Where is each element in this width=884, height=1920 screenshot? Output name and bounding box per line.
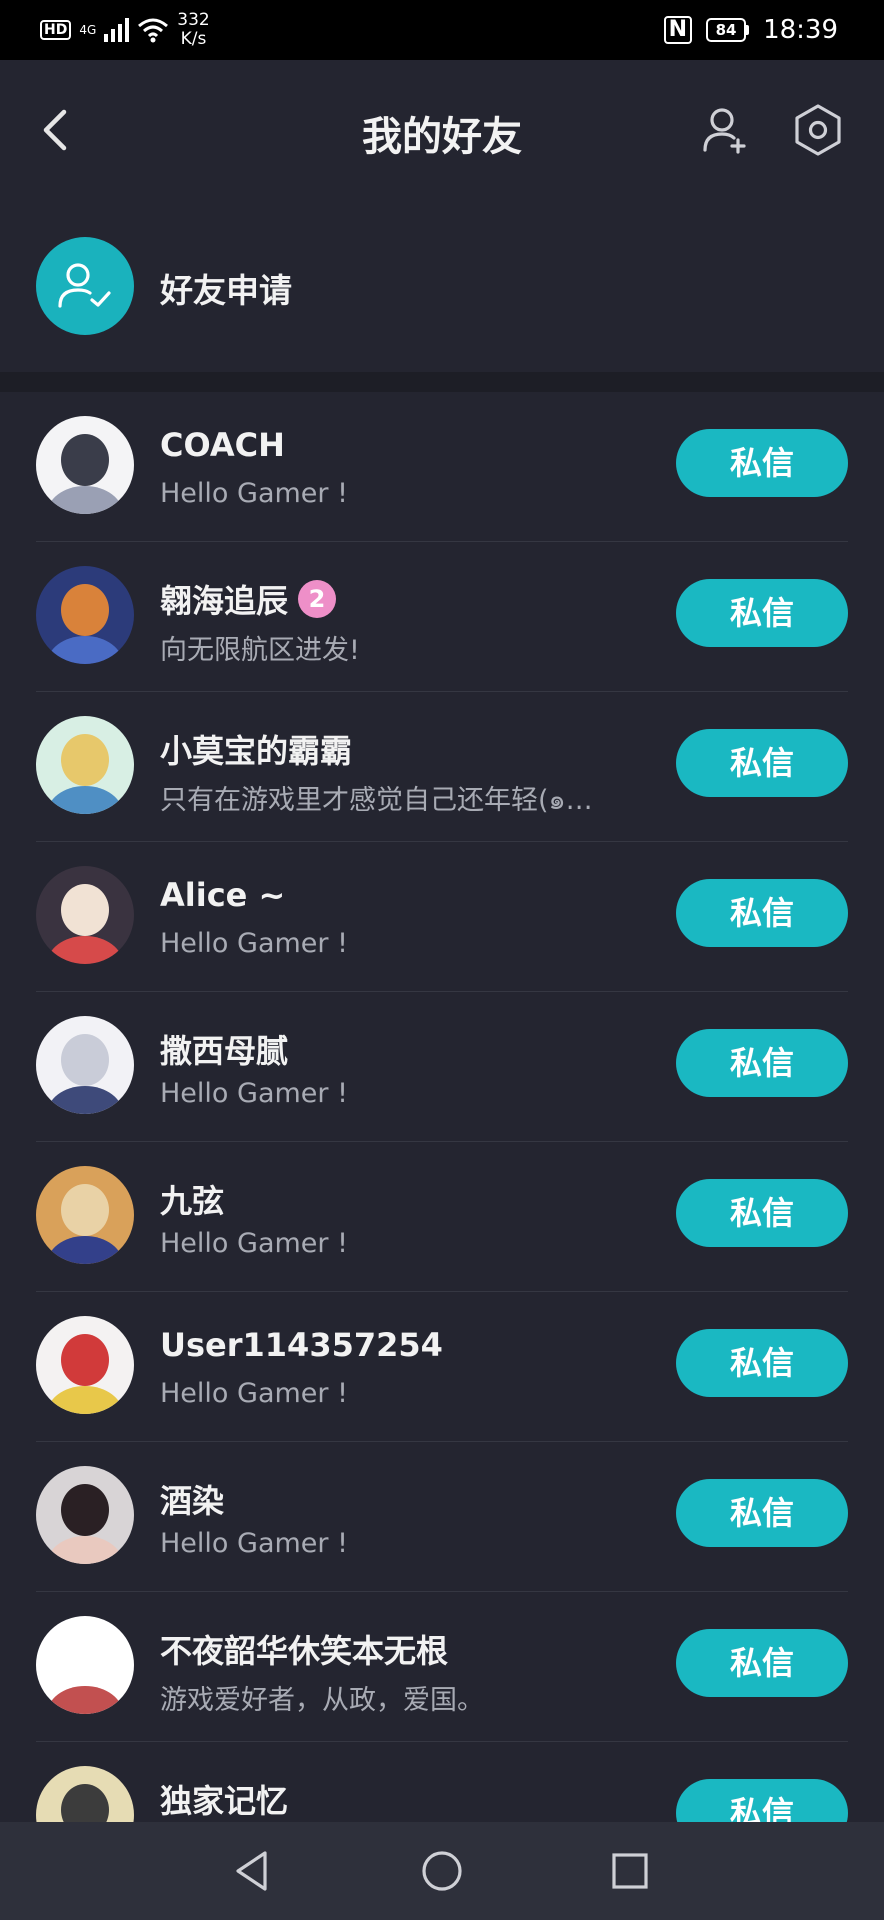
friend-row[interactable]: 翱海追辰 2 向无限航区进发! 私信 <box>0 542 884 692</box>
private-message-button[interactable]: 私信 <box>676 579 848 647</box>
friend-row[interactable]: 酒染 Hello Gamer ! 私信 <box>0 1442 884 1592</box>
avatar[interactable] <box>36 1466 134 1564</box>
friend-name: 小莫宝的霸霸 <box>160 726 352 772</box>
friend-row[interactable]: 不夜韶华休笑本无根游戏爱好者，从政，爱国。 私信 <box>0 1592 884 1742</box>
friend-name-text: 撒西母腻 <box>160 1032 289 1070</box>
friend-name: 九弦 <box>160 1176 224 1222</box>
speed-unit: K/s <box>180 29 207 49</box>
system-nav-bar <box>0 1822 884 1920</box>
friend-name: 独家记忆 <box>160 1776 288 1822</box>
friend-signature: 向无限航区进发! <box>160 635 360 666</box>
friend-row[interactable]: 独家记忆 私信 <box>0 1742 884 1822</box>
friend-request-label: 好友申请 <box>160 271 292 310</box>
friend-signature: 游戏爱好者，从政，爱国。 <box>160 1685 484 1716</box>
avatar[interactable] <box>36 1166 134 1264</box>
nav-home-button[interactable] <box>412 1846 472 1896</box>
private-message-button[interactable]: 私信 <box>676 1029 848 1097</box>
friend-signature: Hello Gamer ! <box>160 1228 348 1259</box>
triangle-back-icon <box>236 1851 267 1891</box>
signal-icon <box>104 18 130 42</box>
network-type: 4G <box>79 23 97 37</box>
private-message-button[interactable]: 私信 <box>676 1779 848 1822</box>
friend-name-text: User114357254 <box>160 1326 443 1364</box>
friend-name: COACH <box>160 426 285 464</box>
friend-signature: Hello Gamer ! <box>160 1078 348 1109</box>
settings-button[interactable] <box>788 100 848 160</box>
level-badge: 2 <box>298 580 337 618</box>
private-message-button[interactable]: 私信 <box>676 729 848 797</box>
friend-name-text: 翱海追辰 <box>160 582 289 620</box>
hd-indicator: HD <box>40 20 72 40</box>
friend-name-text: 独家记忆 <box>160 1782 289 1820</box>
friend-name: 不夜韶华休笑本无根 <box>160 1626 448 1672</box>
friend-request-row[interactable]: 好友申请 <box>0 220 884 350</box>
friend-request-avatar <box>36 237 134 335</box>
friend-row[interactable]: 撒西母腻 Hello Gamer ! 私信 <box>0 992 884 1142</box>
friend-signature: Hello Gamer ! <box>160 1528 348 1559</box>
private-message-button[interactable]: 私信 <box>676 429 848 497</box>
friend-name: 酒染 <box>160 1476 224 1522</box>
private-message-button[interactable]: 私信 <box>676 1179 848 1247</box>
section-divider <box>0 372 884 392</box>
private-message-button[interactable]: 私信 <box>676 1629 848 1697</box>
friend-name-text: Alice ~ <box>160 876 286 914</box>
friend-name-text: 小莫宝的霸霸 <box>160 732 353 770</box>
friend-row[interactable]: 九弦 Hello Gamer ! 私信 <box>0 1142 884 1292</box>
friend-row[interactable]: COACH Hello Gamer ! 私信 <box>0 392 884 542</box>
avatar[interactable] <box>36 566 134 664</box>
battery-level: 84 <box>706 18 747 42</box>
private-message-button[interactable]: 私信 <box>676 879 848 947</box>
friend-name-text: 不夜韶华休笑本无根 <box>160 1632 449 1670</box>
friend-row[interactable]: Alice ~ Hello Gamer ! 私信 <box>0 842 884 992</box>
friend-row[interactable]: User114357254 Hello Gamer ! 私信 <box>0 1292 884 1442</box>
avatar[interactable] <box>36 416 134 514</box>
person-add-icon <box>703 108 746 154</box>
avatar[interactable] <box>36 1316 134 1414</box>
speed-value: 332 <box>177 10 210 30</box>
private-message-button[interactable]: 私信 <box>676 1479 848 1547</box>
avatar[interactable] <box>36 866 134 964</box>
friend-name: 翱海追辰 2 <box>160 576 337 622</box>
friend-signature: 只有在游戏里才感觉自己还年轻(๑… <box>160 785 593 816</box>
friend-name: Alice ~ <box>160 876 285 914</box>
clock: 18:39 <box>763 15 838 45</box>
private-message-button[interactable]: 私信 <box>676 1329 848 1397</box>
nfc-icon: N <box>663 16 693 44</box>
avatar[interactable] <box>36 716 134 814</box>
friend-list: COACH Hello Gamer ! 私信 翱海追辰 2 向无限航区进发! 私信 小莫宝的霸… <box>0 392 884 1822</box>
network-speed: 332 K/s <box>177 11 209 49</box>
friend-signature: Hello Gamer ! <box>160 928 348 959</box>
friend-row[interactable]: 小莫宝的霸霸只有在游戏里才感觉自己还年轻(๑… 私信 <box>0 692 884 842</box>
friend-name-text: 九弦 <box>160 1182 225 1220</box>
friend-signature: Hello Gamer ! <box>160 478 348 509</box>
wifi-icon <box>138 18 169 43</box>
square-recents-icon <box>612 1853 648 1889</box>
friend-name-text: 酒染 <box>160 1482 225 1520</box>
battery-icon: 84 <box>706 18 750 42</box>
nav-recents-button[interactable] <box>600 1846 660 1896</box>
header: 我的好友 <box>0 60 884 200</box>
friend-name: User114357254 <box>160 1326 443 1364</box>
friend-signature: Hello Gamer ! <box>160 1378 348 1409</box>
nav-back-button[interactable] <box>222 1846 282 1896</box>
friend-name-text: COACH <box>160 426 285 464</box>
friend-name: 撒西母腻 <box>160 1026 288 1072</box>
status-bar: HD 4G 332 K/s N 84 18:39 <box>0 0 884 60</box>
avatar[interactable] <box>36 1616 134 1714</box>
person-check-icon <box>58 263 111 308</box>
hexagon-gear-icon <box>795 104 841 156</box>
circle-home-icon <box>422 1851 462 1891</box>
add-friend-button[interactable] <box>697 100 753 160</box>
avatar[interactable] <box>36 1016 134 1114</box>
avatar[interactable] <box>36 1766 134 1822</box>
